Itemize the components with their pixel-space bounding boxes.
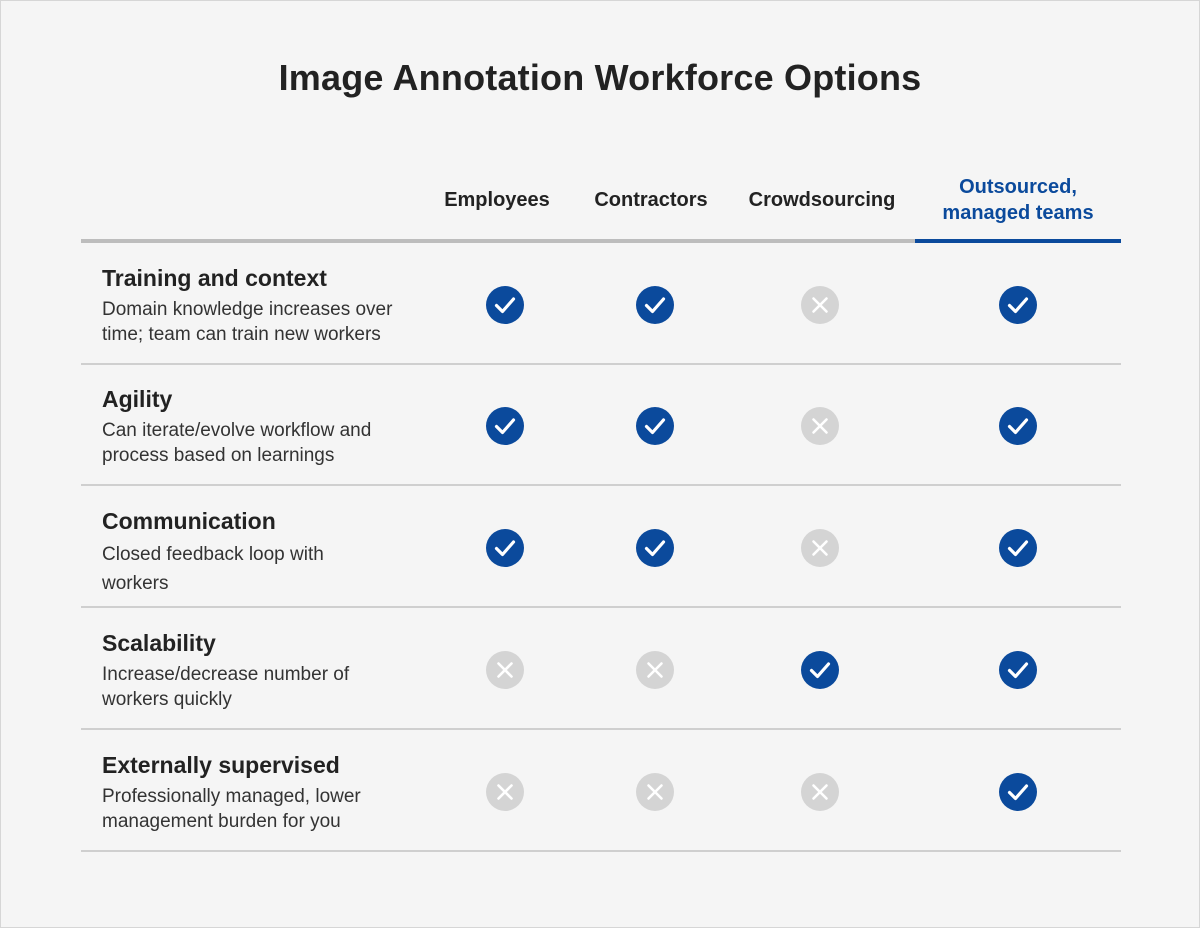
- row-description-line: Professionally managed, lower: [102, 786, 361, 807]
- row-description-line: process based on learnings: [102, 445, 335, 466]
- column-header-employees: Employees: [444, 189, 550, 211]
- x-circle-icon: [635, 772, 675, 812]
- check-circle-icon: [635, 528, 675, 568]
- check-circle-icon: [635, 406, 675, 446]
- row-divider: [81, 606, 1121, 608]
- row-description: Closed feedback loop with workers: [102, 540, 422, 598]
- check-circle-icon: [485, 406, 525, 446]
- row-divider: [81, 363, 1121, 365]
- row-description-line: workers quickly: [102, 689, 232, 710]
- check-circle-icon: [998, 285, 1038, 325]
- table-row: Scalability Increase/decrease number of …: [81, 610, 1121, 730]
- table-row: Communication Closed feedback loop with …: [81, 488, 1121, 608]
- check-circle-icon: [998, 528, 1038, 568]
- row-divider: [81, 484, 1121, 486]
- x-circle-icon: [485, 650, 525, 690]
- row-description-line: workers: [102, 573, 169, 594]
- x-circle-icon: [485, 772, 525, 812]
- header-divider-highlight: [915, 239, 1121, 243]
- check-circle-icon: [485, 528, 525, 568]
- row-title: Training and context: [102, 265, 327, 291]
- column-header-contractors: Contractors: [594, 189, 708, 211]
- check-circle-icon: [485, 285, 525, 325]
- x-circle-icon: [635, 650, 675, 690]
- row-description-line: management burden for you: [102, 811, 341, 832]
- row-title: Agility: [102, 386, 173, 412]
- x-circle-icon: [800, 406, 840, 446]
- row-title: Scalability: [102, 630, 216, 656]
- column-header-outsourced-line2: managed teams: [942, 202, 1094, 224]
- comparison-panel: Image Annotation Workforce Options Emplo…: [0, 0, 1200, 928]
- row-title: Externally supervised: [102, 752, 340, 778]
- table-row: Training and context Domain knowledge in…: [81, 245, 1121, 365]
- x-circle-icon: [800, 528, 840, 568]
- row-divider: [81, 728, 1121, 730]
- check-circle-icon: [800, 650, 840, 690]
- row-description: Can iterate/evolve workflow and process …: [102, 418, 422, 468]
- row-description: Professionally managed, lower management…: [102, 784, 422, 834]
- table-row: Externally supervised Professionally man…: [81, 732, 1121, 852]
- row-description: Increase/decrease number of workers quic…: [102, 662, 422, 712]
- column-header-outsourced: Outsourced, managed teams: [915, 171, 1121, 229]
- row-description: Domain knowledge increases over time; te…: [102, 297, 422, 347]
- check-circle-icon: [998, 650, 1038, 690]
- row-description-line: Domain knowledge increases over: [102, 299, 393, 320]
- x-circle-icon: [800, 772, 840, 812]
- check-circle-icon: [998, 772, 1038, 812]
- page-title: Image Annotation Workforce Options: [278, 57, 922, 98]
- column-header-outsourced-line1: Outsourced,: [959, 176, 1077, 198]
- column-header-crowdsourcing: Crowdsourcing: [748, 189, 896, 211]
- check-circle-icon: [635, 285, 675, 325]
- row-description-line: Closed feedback loop with: [102, 544, 324, 565]
- row-description-line: time; team can train new workers: [102, 324, 381, 345]
- row-description-line: Increase/decrease number of: [102, 664, 350, 685]
- row-title: Communication: [102, 508, 276, 534]
- table-row: Agility Can iterate/evolve workflow and …: [81, 366, 1121, 486]
- row-description-line: Can iterate/evolve workflow and: [102, 420, 372, 441]
- row-divider: [81, 850, 1121, 852]
- check-circle-icon: [998, 406, 1038, 446]
- x-circle-icon: [800, 285, 840, 325]
